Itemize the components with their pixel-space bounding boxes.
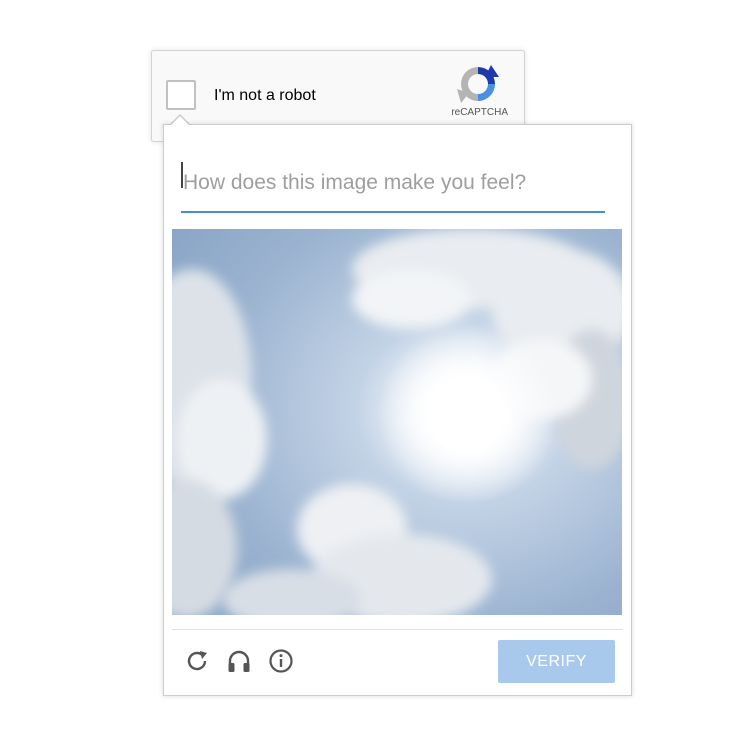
captcha-challenge-popup: VERIFY bbox=[163, 124, 632, 696]
text-caret bbox=[181, 162, 183, 188]
reload-icon[interactable] bbox=[183, 647, 211, 675]
footer-divider bbox=[172, 629, 623, 630]
popup-pointer-fill bbox=[171, 116, 189, 125]
not-a-robot-checkbox[interactable] bbox=[166, 80, 196, 110]
recaptcha-brand: reCAPTCHA bbox=[451, 107, 508, 118]
checkbox-label: I'm not a robot bbox=[214, 87, 316, 104]
verify-button[interactable]: VERIFY bbox=[498, 640, 615, 683]
feeling-answer-input[interactable] bbox=[181, 155, 605, 213]
recaptcha-logo-icon bbox=[457, 65, 499, 103]
challenge-image bbox=[172, 229, 622, 615]
headphones-icon[interactable] bbox=[225, 647, 253, 675]
info-icon[interactable] bbox=[267, 647, 295, 675]
